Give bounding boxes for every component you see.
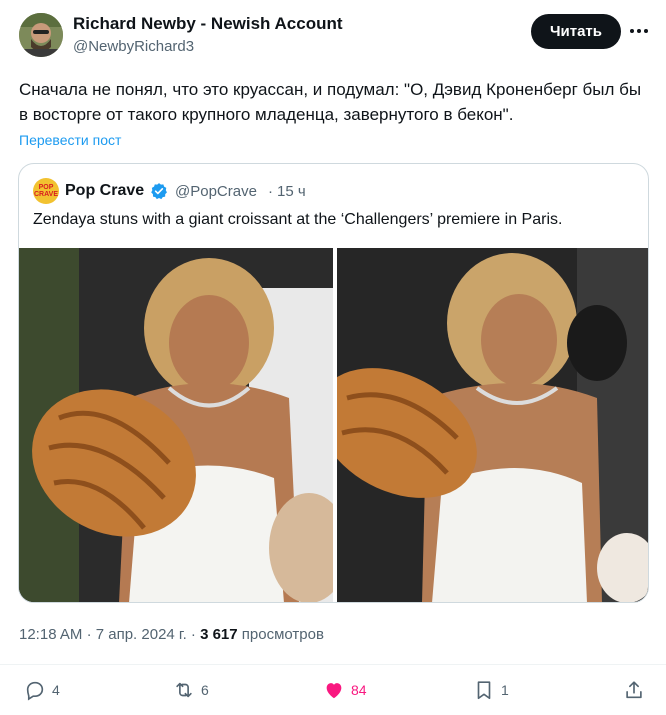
media-image-right[interactable] xyxy=(337,248,648,602)
more-options-icon[interactable] xyxy=(630,22,648,40)
heart-icon xyxy=(326,683,342,699)
follow-button[interactable]: Читать xyxy=(531,14,621,49)
author-name[interactable]: Richard Newby - Newish Account xyxy=(73,14,343,34)
repost-count: 6 xyxy=(201,682,209,698)
timestamp-dot: · xyxy=(190,626,196,643)
verified-badge-icon xyxy=(151,183,167,200)
quoted-author-handle[interactable]: @PopCrave xyxy=(175,183,257,200)
share-button[interactable] xyxy=(623,679,645,701)
post-date: 7 апр. 2024 г. xyxy=(95,626,187,643)
bookmark-button[interactable]: 1 xyxy=(473,679,509,701)
quoted-author-name[interactable]: Pop Crave xyxy=(65,182,144,200)
quoted-text: Zendaya stuns with a giant croissant at … xyxy=(33,211,563,228)
bookmark-count: 1 xyxy=(501,682,509,698)
repost-icon xyxy=(176,682,192,698)
like-count: 84 xyxy=(351,682,367,698)
divider xyxy=(0,664,666,665)
quoted-avatar[interactable]: POP CRAVE xyxy=(33,178,59,204)
reply-count: 4 xyxy=(52,682,60,698)
reply-icon xyxy=(26,681,44,701)
repost-button[interactable]: 6 xyxy=(173,679,209,701)
quoted-tweet[interactable]: POP CRAVE Pop Crave @PopCrave · 15 ч Zen… xyxy=(18,163,649,603)
quoted-separator: · xyxy=(268,183,273,200)
quoted-avatar-logo: POP CRAVE xyxy=(34,184,58,198)
post-time: 12:18 AM xyxy=(19,626,83,643)
views-label: просмотров xyxy=(241,626,324,643)
translate-link[interactable]: Перевести пост xyxy=(19,132,121,148)
bookmark-icon xyxy=(477,681,491,700)
share-icon xyxy=(626,681,642,699)
timestamp-dot: · xyxy=(86,626,92,643)
quoted-time[interactable]: 15 ч xyxy=(277,183,306,200)
tweet-text: Сначала не понял, что это круассан, и по… xyxy=(19,80,642,124)
reply-button[interactable]: 4 xyxy=(24,679,60,701)
author-avatar[interactable] xyxy=(19,13,63,57)
post-timestamp[interactable]: 12:18 AM · 7 апр. 2024 г. · 3 617 просмо… xyxy=(19,626,324,643)
media-image-left[interactable] xyxy=(19,248,333,602)
views-count: 3 617 xyxy=(200,626,238,643)
author-handle[interactable]: @NewbyRichard3 xyxy=(73,38,194,55)
like-button[interactable]: 84 xyxy=(323,679,367,701)
